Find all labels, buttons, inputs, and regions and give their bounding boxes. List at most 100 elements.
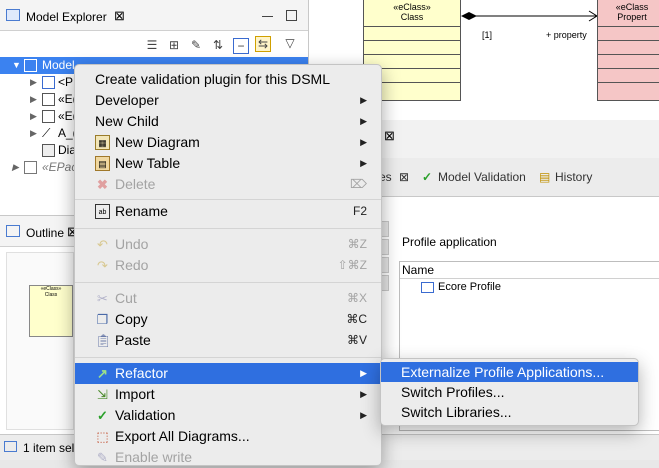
status-text: 1 item sel xyxy=(23,441,75,455)
thumbnail-name: Class xyxy=(44,292,58,298)
tree-item-label: <P xyxy=(58,75,74,89)
undo-icon: ↶ xyxy=(97,237,108,252)
column-header-name[interactable]: Name xyxy=(402,263,434,277)
menu-item-label: Import xyxy=(115,386,155,402)
menu-item-export-all-diagrams[interactable]: ⬚ Export All Diagrams... xyxy=(75,426,381,447)
association-icon: ⟋ xyxy=(42,126,51,140)
close-editor-icon[interactable]: ⊠ xyxy=(384,128,395,144)
menu-item-new-child[interactable]: New Child ▶ xyxy=(75,111,381,132)
menu-item-label: Validation xyxy=(115,407,176,423)
menu-item-label: Delete xyxy=(115,176,156,192)
menu-item-paste[interactable]: 📋︎ Paste ⌘V xyxy=(75,330,381,351)
history-icon: ▤ xyxy=(539,170,551,184)
class-icon xyxy=(42,93,55,106)
menu-item-create-validation-plugin[interactable]: Create validation plugin for this DSML xyxy=(75,69,381,90)
maximize-icon[interactable] xyxy=(286,10,297,21)
menu-item-redo[interactable]: ↷ Redo ⇧⌘Z xyxy=(75,255,381,276)
close-tab-icon[interactable]: ⊠ xyxy=(399,170,409,184)
view-menu-icon[interactable]: ▽ xyxy=(283,36,297,50)
menu-item-undo[interactable]: ↶ Undo ⌘Z xyxy=(75,234,381,255)
collapsed-arrow-icon[interactable]: ▶ xyxy=(30,74,37,91)
model-explorer-icon xyxy=(6,9,20,21)
close-tab-icon[interactable]: ⊠ xyxy=(114,8,125,24)
menu-separator xyxy=(75,199,381,200)
menu-item-developer[interactable]: Developer ▶ xyxy=(75,90,381,111)
menu-item-externalize-profile-applications[interactable]: Externalize Profile Applications... xyxy=(381,362,638,382)
class-name: Class xyxy=(400,12,424,22)
class-icon xyxy=(42,110,55,123)
menu-item-shortcut: ⇧⌘Z xyxy=(337,258,367,272)
new-table-icon: ▤ xyxy=(95,156,110,171)
menu-item-validation[interactable]: ✓ Validation ▶ xyxy=(75,405,381,426)
class-shape[interactable]: «eClass Propert xyxy=(597,0,659,101)
menu-item-label: Create validation plugin for this DSML xyxy=(95,71,331,87)
class-stereotype: «eClass» xyxy=(393,2,431,12)
menu-item-label: Export All Diagrams... xyxy=(115,428,250,444)
refactor-submenu: Externalize Profile Applications... Swit… xyxy=(380,358,639,426)
enable-write-icon: ✎ xyxy=(97,450,108,465)
menu-item-delete[interactable]: ✖ Delete ⌦ xyxy=(75,174,381,195)
collapsed-arrow-icon[interactable]: ▶ xyxy=(30,125,37,142)
menu-item-label: New Child xyxy=(95,113,159,129)
menu-item-label: Developer xyxy=(95,92,159,108)
menu-item-switch-profiles[interactable]: Switch Profiles... xyxy=(381,382,638,402)
thumbnail-class-shape: «eClass» Class xyxy=(29,285,73,337)
tab-history[interactable]: History xyxy=(555,170,592,184)
package-icon xyxy=(24,161,37,174)
menu-separator xyxy=(75,282,381,283)
table-header: Name xyxy=(400,262,659,279)
status-icon xyxy=(4,441,17,452)
menu-item-label: Externalize Profile Applications... xyxy=(401,364,605,380)
tab-model-validation[interactable]: Model Validation xyxy=(438,170,526,184)
cut-icon: ✂ xyxy=(97,291,108,306)
menu-item-enable-write[interactable]: ✎ Enable write xyxy=(75,447,381,468)
model-icon xyxy=(24,59,37,72)
export-icon: ⬚ xyxy=(96,429,109,444)
menu-item-switch-libraries[interactable]: Switch Libraries... xyxy=(381,402,638,422)
validation-icon: ✓ xyxy=(97,408,108,423)
profile-icon xyxy=(421,282,434,293)
tree-icon[interactable]: ⊞ xyxy=(167,38,181,52)
table-cell: Ecore Profile xyxy=(438,281,501,293)
menu-item-label: New Table xyxy=(115,155,181,171)
menu-item-new-table[interactable]: ▤ New Table ▶ xyxy=(75,153,381,174)
menu-item-label: Enable write xyxy=(115,449,193,465)
association-edge[interactable] xyxy=(461,6,601,26)
model-explorer-toolbar: ☰ ⊞ ✎ ⇅ − ⇆ ▽ xyxy=(0,31,308,57)
tab-properties[interactable]: es ⊠ xyxy=(379,170,409,184)
delete-shortcut-icon: ⌦ xyxy=(350,177,367,191)
menu-item-rename[interactable]: ab Rename F2 xyxy=(75,201,381,222)
table-row[interactable]: Ecore Profile xyxy=(400,279,659,297)
context-menu: Create validation plugin for this DSML D… xyxy=(74,64,382,466)
menu-item-shortcut: ⌘Z xyxy=(347,237,367,251)
collapsed-arrow-icon[interactable]: ▶ xyxy=(30,108,37,125)
menu-item-label: Switch Profiles... xyxy=(401,384,505,400)
collapse-all-icon[interactable]: − xyxy=(233,38,249,54)
edit-icon[interactable]: ✎ xyxy=(189,38,203,52)
outline-thumbnail[interactable]: «eClass» Class xyxy=(6,252,74,430)
collapsed-arrow-icon[interactable]: ▶ xyxy=(12,159,19,176)
copy-icon: ❐ xyxy=(96,312,109,327)
profile-icon xyxy=(42,76,55,89)
menu-item-label: Paste xyxy=(115,332,151,348)
list-icon[interactable]: ☰ xyxy=(145,38,159,52)
menu-item-cut[interactable]: ✂ Cut ⌘X xyxy=(75,288,381,309)
minimize-icon[interactable] xyxy=(262,16,273,18)
collapsed-arrow-icon[interactable]: ▶ xyxy=(30,91,37,108)
model-explorer-tab[interactable]: Model Explorer ⊠ xyxy=(0,0,308,31)
menu-item-new-diagram[interactable]: ▦ New Diagram ▶ xyxy=(75,132,381,153)
model-explorer-title: Model Explorer xyxy=(26,10,107,24)
expanded-arrow-icon[interactable]: ▼ xyxy=(12,57,21,74)
class-stereotype: «eClass xyxy=(615,2,649,12)
menu-item-import[interactable]: ⇲ Import ▶ xyxy=(75,384,381,405)
link-editor-icon[interactable]: ⇆ xyxy=(255,36,271,52)
menu-item-label: Cut xyxy=(115,290,137,306)
menu-item-copy[interactable]: ❐ Copy ⌘C xyxy=(75,309,381,330)
submenu-arrow-icon: ▶ xyxy=(360,368,367,378)
menu-item-refactor[interactable]: ↗ Refactor ▶ xyxy=(75,363,381,384)
menu-separator xyxy=(75,228,381,229)
rename-icon: ab xyxy=(95,204,110,219)
sort-icon[interactable]: ⇅ xyxy=(211,38,225,52)
checkmark-icon: ✓ xyxy=(422,170,433,184)
role-label: + property xyxy=(546,30,587,40)
